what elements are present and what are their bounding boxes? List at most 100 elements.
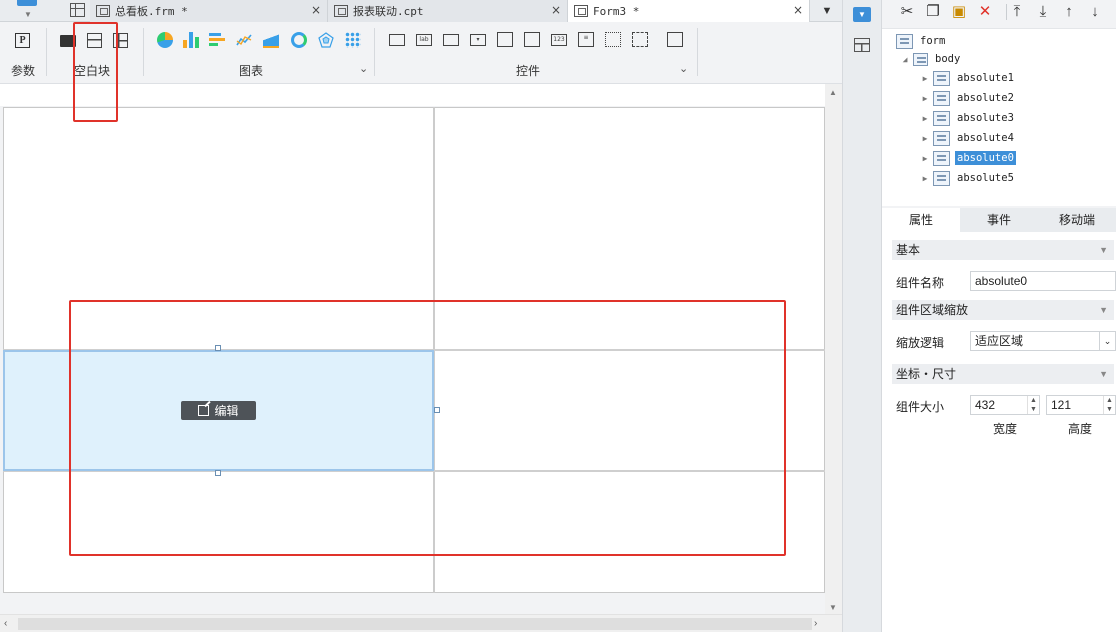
param-label: 参数 (11, 64, 36, 78)
line-chart-icon[interactable] (236, 32, 252, 48)
chevron-down-icon: ▼ (24, 10, 32, 19)
move-to-bottom-icon[interactable]: ⤓ (1034, 3, 1052, 21)
tree-node-absolute5[interactable]: ▶ absolute5 (920, 169, 1016, 187)
tab-list-menu-button[interactable]: ▼ (812, 0, 842, 22)
tab-events[interactable]: 事件 (960, 208, 1038, 232)
document-tab-bar: ▼ 总看板.frm * × 报表联动.cpt × Form3 * × ▼ (0, 0, 842, 22)
tree-node-absolute4[interactable]: ▶ absolute4 (920, 129, 1016, 147)
collapse-icon[interactable]: ◢ (900, 55, 910, 64)
expand-icon[interactable]: ▶ (920, 114, 930, 123)
height-spinner[interactable]: 121 ▲ ▼ (1046, 395, 1116, 415)
app-menu-button[interactable]: ▼ (0, 0, 56, 22)
section-title: 坐标・尺寸 (896, 367, 957, 381)
date-widget-icon[interactable] (524, 32, 540, 47)
form-widget-icon[interactable] (497, 32, 513, 47)
scrollbar-thumb[interactable] (18, 618, 812, 630)
scatter-chart-icon[interactable] (345, 32, 361, 48)
absolute-layout-icon (933, 70, 950, 86)
horizontal-bar-chart-icon[interactable] (209, 32, 225, 48)
component-name-input[interactable]: absolute0 (970, 271, 1116, 291)
textarea-widget-icon[interactable]: ≡ (578, 32, 594, 47)
close-icon[interactable]: × (311, 3, 321, 17)
delete-icon[interactable]: ✕ (976, 3, 994, 21)
expand-icon[interactable]: ▶ (920, 174, 930, 183)
tree-node-label: absolute3 (957, 112, 1014, 124)
section-title: 基本 (896, 243, 921, 257)
paste-icon[interactable]: ▣ (950, 3, 968, 21)
tree-node-absolute0[interactable]: ▶ absolute0 (920, 149, 1016, 167)
spinner-arrows-icon[interactable]: ▲ ▼ (1027, 396, 1039, 414)
combobox-widget-icon[interactable]: ▾ (470, 34, 486, 46)
tree-widget-icon[interactable] (667, 32, 683, 47)
gauge-chart-icon[interactable] (291, 32, 307, 48)
chart-label: 图表 (239, 64, 264, 78)
label-widget-icon[interactable]: lab (416, 34, 432, 46)
cut-icon[interactable]: ✂ (898, 3, 916, 21)
width-spinner[interactable]: 432 ▲ ▼ (970, 395, 1040, 415)
horizontal-scrollbar[interactable]: ‹ › (0, 614, 842, 632)
template-grid-icon[interactable] (70, 3, 85, 17)
absolute-layout-icon (933, 130, 950, 146)
layout-panel-icon[interactable] (854, 38, 870, 52)
scroll-left-icon[interactable]: ‹ (4, 618, 7, 629)
spinner-arrows-icon[interactable]: ▲ ▼ (1103, 396, 1115, 414)
tree-node-absolute1[interactable]: ▶ absolute1 (920, 69, 1016, 87)
radar-chart-icon[interactable] (318, 32, 334, 48)
scroll-right-icon[interactable]: › (814, 618, 817, 629)
tab-label: 总看板.frm * (115, 5, 188, 18)
expand-icon[interactable]: ▶ (920, 94, 930, 103)
absolute-layout-icon (933, 90, 950, 106)
textbox-widget-icon[interactable] (389, 34, 405, 46)
canvas-top-margin (0, 84, 825, 106)
expand-icon[interactable]: ▶ (920, 134, 930, 143)
tree-node-absolute2[interactable]: ▶ absolute2 (920, 89, 1016, 107)
move-up-icon[interactable]: ↑ (1060, 3, 1078, 21)
absolute-layout-icon (933, 150, 950, 166)
move-down-icon[interactable]: ↓ (1086, 3, 1104, 21)
designer-window: ▼ 总看板.frm * × 报表联动.cpt × Form3 * × ▼ P 参… (0, 0, 1116, 632)
tab-form3[interactable]: Form3 * × (568, 0, 810, 22)
chevron-down-icon[interactable]: ⌄ (359, 62, 368, 75)
area-chart-icon[interactable] (263, 34, 279, 48)
param-icon[interactable]: P (15, 33, 30, 48)
tree-node-form[interactable]: form (896, 32, 947, 50)
section-basic[interactable]: 基本 ▼ (892, 240, 1114, 260)
expand-icon[interactable]: ▶ (920, 154, 930, 163)
scale-logic-label: 缩放逻辑 (896, 336, 945, 350)
button-widget-icon[interactable] (443, 34, 459, 46)
tab-dashboard[interactable]: 总看板.frm * × (90, 0, 328, 22)
scroll-down-icon[interactable]: ▼ (829, 603, 837, 612)
copy-icon[interactable]: ❐ (924, 3, 942, 21)
component-size-label: 组件大小 (896, 400, 945, 414)
radio-group-widget-icon[interactable] (605, 32, 621, 47)
bar-chart-icon[interactable] (183, 32, 199, 48)
toolbar-divider (1006, 4, 1007, 20)
tab-report-linkage[interactable]: 报表联动.cpt × (328, 0, 568, 22)
form-node-icon (896, 33, 913, 49)
component-tree-toolbar: ✂ ❐ ▣ ✕ ⤒ ⤓ ↑ ↓ (882, 0, 1116, 24)
vertical-scrollbar[interactable]: ▲ ▼ (825, 84, 842, 614)
app-logo-icon (17, 0, 37, 6)
pie-chart-icon[interactable] (157, 32, 173, 48)
width-caption: 宽度 (993, 422, 1018, 436)
tab-label: Form3 * (593, 4, 640, 18)
component-tree-toggle-icon[interactable]: ▼ (853, 7, 871, 22)
scroll-up-icon[interactable]: ▲ (829, 88, 837, 97)
close-icon[interactable]: × (551, 3, 561, 17)
collapse-icon: ▼ (1099, 369, 1108, 379)
section-area-scale[interactable]: 组件区域缩放 ▼ (892, 300, 1114, 320)
scale-logic-select[interactable]: 适应区域 ⌄ (970, 331, 1116, 351)
tree-node-absolute3[interactable]: ▶ absolute3 (920, 109, 1016, 127)
expand-icon[interactable]: ▶ (920, 74, 930, 83)
close-icon[interactable]: × (793, 3, 803, 17)
tree-node-label-selected: absolute0 (955, 151, 1016, 165)
number-widget-icon[interactable]: 123 (551, 34, 567, 46)
chevron-down-icon[interactable]: ⌄ (679, 62, 688, 75)
tree-node-body[interactable]: ◢ body (900, 50, 962, 68)
tab-mobile[interactable]: 移动端 (1038, 208, 1116, 232)
checkbox-group-widget-icon[interactable] (632, 32, 648, 47)
move-to-top-icon[interactable]: ⤒ (1008, 3, 1026, 21)
section-coord-size[interactable]: 坐标・尺寸 ▼ (892, 364, 1114, 384)
tab-attributes[interactable]: 属性 (882, 208, 960, 232)
form-file-icon (96, 5, 110, 17)
